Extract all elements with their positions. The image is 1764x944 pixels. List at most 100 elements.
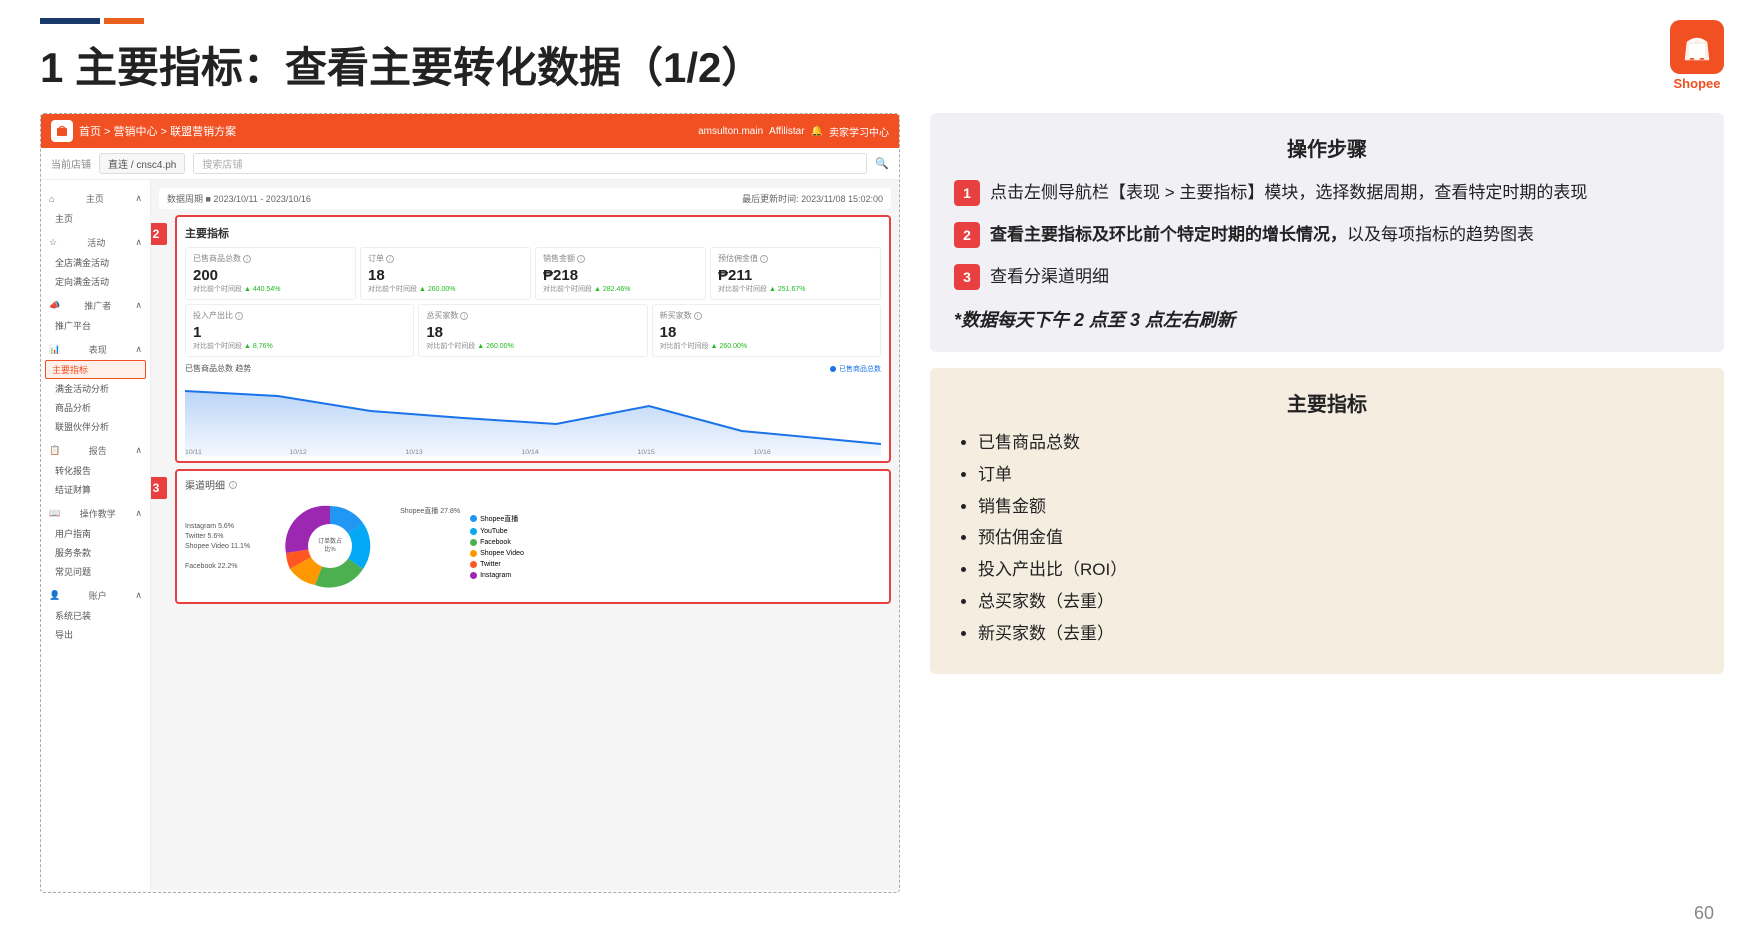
- legend-dot-twitter: [470, 561, 477, 568]
- label-shopee-video: Shopee Video 11.1%: [185, 543, 250, 550]
- sidebar-item-all-activities[interactable]: 全店满金活动: [41, 253, 150, 272]
- sidebar-account-label[interactable]: 👤账户∧: [41, 585, 150, 606]
- metrics-section: 主要指标 已售商品总数 i 200 对比前个时间段 ▲ 440.54%: [175, 215, 891, 463]
- notice-text: *数据每天下午 2 点至 3 点左右刷新: [954, 306, 1700, 332]
- metric-value-commission: ₱211: [718, 267, 873, 284]
- legend-twitter: Twitter: [470, 561, 524, 568]
- info-icon-buyers: i: [460, 312, 468, 320]
- channel-info-icon: i: [229, 481, 237, 489]
- list-item-buyers: 总买家数（去重）: [978, 590, 1700, 614]
- metric-value-new-buyers: 18: [660, 324, 873, 341]
- metric-value-buyers: 18: [426, 324, 639, 341]
- sidebar-section-activities: ☆活动∧ 全店满金活动 定向满金活动: [41, 232, 150, 291]
- sidebar-item-system[interactable]: 系统已装: [41, 606, 150, 625]
- metric-title-commission: 预估佣金值 i: [718, 253, 873, 264]
- legend-dot-shopee-video: [470, 550, 477, 557]
- legend-dot-instagram: [470, 572, 477, 579]
- list-item-commission: 预估佣金值: [978, 526, 1700, 550]
- shopee-logo: Shopee: [1670, 20, 1724, 91]
- metrics-title: 主要指标: [185, 225, 881, 241]
- app-main: 数据周期 ■ 2023/10/11 - 2023/10/16 最后更新时间: 2…: [151, 180, 899, 890]
- shopee-logo-text: Shopee: [1674, 76, 1721, 91]
- chart-svg: 10/11 10/12 10/13 10/14 10/15 10/16: [185, 376, 881, 456]
- label-instagram: Instagram 5.6%: [185, 523, 250, 530]
- svg-text:订单数占: 订单数占: [318, 537, 342, 545]
- sidebar-item-partner-analysis[interactable]: 联盟伙伴分析: [41, 417, 150, 436]
- metric-title-roi: 投入产出比 i: [193, 310, 406, 321]
- sidebar-section-performance: 📊表现∧ 主要指标 满金活动分析 商品分析 联盟伙伴分析: [41, 339, 150, 436]
- sidebar-performance-label[interactable]: 📊表现∧: [41, 339, 150, 360]
- sidebar-item-platform[interactable]: 推广平台: [41, 316, 150, 335]
- instruction-panel: 操作步骤 1 点击左侧导航栏【表现 > 主要指标】模块，选择数据周期，查看特定时…: [930, 113, 1724, 893]
- section-label-2: 2: [151, 223, 167, 245]
- info-icon-roi: i: [235, 312, 243, 320]
- sidebar-item-terms[interactable]: 服务条款: [41, 543, 150, 562]
- sidebar-reports-label[interactable]: 📋报告∧: [41, 440, 150, 461]
- decorative-lines: [40, 18, 144, 24]
- sidebar-item-user-guide[interactable]: 用户指南: [41, 524, 150, 543]
- channel-section: 渠道明细 i Instagram 5.6% Twitter 5.6% Shope…: [175, 469, 891, 604]
- store-label: 当前店铺: [51, 156, 91, 171]
- top-bar: [0, 0, 1764, 24]
- sidebar-item-activity-analysis[interactable]: 满金活动分析: [41, 379, 150, 398]
- svg-text:10/14: 10/14: [521, 449, 539, 455]
- info-icon-new-buyers: i: [694, 312, 702, 320]
- sidebar-section-tutorial: 📖操作教学∧ 用户指南 服务条款 常见问题: [41, 503, 150, 581]
- step-text-1: 点击左侧导航栏【表现 > 主要指标】模块，选择数据周期，查看特定时期的表现: [990, 180, 1587, 206]
- content-area: 首页 > 营销中心 > 联盟营销方案 amsulton.main Affilis…: [0, 113, 1764, 893]
- store-name[interactable]: 直连 / cnsc4.ph: [99, 153, 185, 174]
- last-update: 最后更新时间: 2023/11/08 15:02:00: [742, 192, 883, 205]
- step-num-3: 3: [954, 264, 980, 290]
- metric-value-sold: 200: [193, 267, 348, 284]
- metric-change-roi: 对比前个时间段 ▲ 8.76%: [193, 341, 406, 351]
- svg-text:10/16: 10/16: [753, 449, 771, 455]
- metric-change-sales: 对比前个时间段 ▲ 282.46%: [543, 284, 698, 294]
- store-search[interactable]: 搜索店铺: [193, 153, 867, 174]
- sidebar-item-product-analysis[interactable]: 商品分析: [41, 398, 150, 417]
- metrics-grid-bottom: 投入产出比 i 1 对比前个时间段 ▲ 8.76% 总买家数 i: [185, 304, 881, 357]
- date-range[interactable]: 数据周期 ■ 2023/10/11 - 2023/10/16: [167, 192, 311, 205]
- chart-legend: 已售商品总数: [839, 364, 881, 374]
- donut-chart: 订单数占 比%: [260, 496, 400, 596]
- metric-title-sales: 销售金额 i: [543, 253, 698, 264]
- info-icon-sold: i: [243, 255, 251, 263]
- svg-text:10/12: 10/12: [289, 449, 307, 455]
- sidebar-tutorial-label[interactable]: 📖操作教学∧: [41, 503, 150, 524]
- legend-facebook: Facebook: [470, 539, 524, 546]
- step-text-3: 查看分渠道明细: [990, 264, 1109, 290]
- chart-container: 已售商品总数 趋势 已售商品总数: [185, 363, 881, 453]
- legend-dot-shopee-live: [470, 515, 477, 522]
- legend-dot-youtube: [470, 528, 477, 535]
- metric-change-new-buyers: 对比前个时间段 ▲ 260.00%: [660, 341, 873, 351]
- metric-title-sold: 已售商品总数 i: [193, 253, 348, 264]
- sidebar-activities-label[interactable]: ☆活动∧: [41, 232, 150, 253]
- sidebar-item-settlement[interactable]: 结证财算: [41, 480, 150, 499]
- info-icon-commission: i: [760, 255, 768, 263]
- app-affiliate: Affilistar: [769, 126, 804, 137]
- app-header-right: amsulton.main Affilistar 🔔 卖家学习中心: [698, 124, 889, 139]
- sidebar-item-export[interactable]: 导出: [41, 625, 150, 644]
- label-facebook: Facebook 22.2%: [185, 563, 250, 570]
- app-body: ⌂主页∧ 主页 ☆活动∧ 全店满金活动 定向满金活动 📣推广者∧ 推广平台: [41, 180, 899, 890]
- sidebar-item-main-metrics[interactable]: 主要指标: [45, 360, 146, 379]
- metric-card-new-buyers: 新买家数 i 18 对比前个时间段 ▲ 260.00%: [652, 304, 881, 357]
- metric-title-orders: 订单 i: [368, 253, 523, 264]
- sidebar-item-home[interactable]: 主页: [41, 209, 150, 228]
- sidebar-home-label[interactable]: ⌂主页∧: [41, 188, 150, 209]
- chart-legend-dot: [830, 366, 836, 372]
- metric-card-orders: 订单 i 18 对比前个时间段 ▲ 260.00%: [360, 247, 531, 300]
- sidebar-item-targeted[interactable]: 定向满金活动: [41, 272, 150, 291]
- main-title: 1 主要指标：查看主要转化数据（1/2）: [0, 24, 1764, 113]
- list-item-sales: 销售金额: [978, 495, 1700, 519]
- metric-value-sales: ₱218: [543, 267, 698, 284]
- list-item-orders: 订单: [978, 463, 1700, 487]
- screenshot-panel: 首页 > 营销中心 > 联盟营销方案 amsulton.main Affilis…: [40, 113, 900, 893]
- legend-instagram: Instagram: [470, 572, 524, 579]
- app-user: amsulton.main: [698, 126, 763, 137]
- sidebar-item-faq[interactable]: 常见问题: [41, 562, 150, 581]
- sidebar-section-reports: 📋报告∧ 转化报告 结证财算: [41, 440, 150, 499]
- sidebar-item-conversion[interactable]: 转化报告: [41, 461, 150, 480]
- sidebar-advertiser-label[interactable]: 📣推广者∧: [41, 295, 150, 316]
- app-learning: 卖家学习中心: [829, 124, 889, 139]
- donut-labels-left: Instagram 5.6% Twitter 5.6% Shopee Video…: [185, 523, 250, 570]
